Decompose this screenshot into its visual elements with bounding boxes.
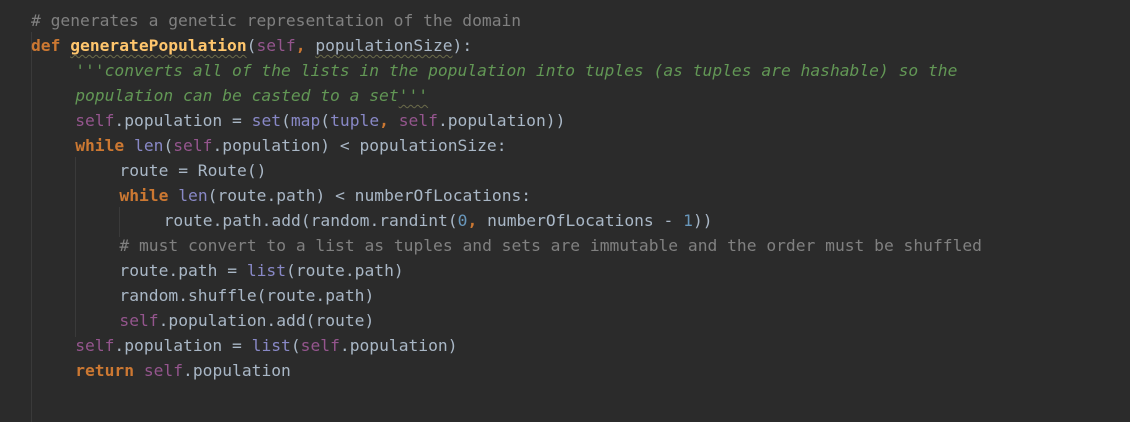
code-token: while <box>119 186 179 205</box>
code-token: .population) <box>339 336 458 355</box>
code-token: .population = <box>114 111 252 130</box>
code-line[interactable]: route = Route() <box>119 158 266 183</box>
code-line[interactable]: while len(route.path) < numberOfLocation… <box>119 183 531 208</box>
code-token: tuple <box>330 111 380 130</box>
code-token: self <box>143 361 184 380</box>
code-token: self <box>173 136 213 155</box>
code-token: map <box>290 111 321 130</box>
code-line[interactable]: self.population = set(map(tuple, self.po… <box>75 108 565 133</box>
code-token: .population.add(route) <box>158 311 375 330</box>
code-token: ( <box>246 36 257 55</box>
code-token: , <box>467 211 488 230</box>
code-token: route = Route() <box>119 161 267 180</box>
code-token: # must convert to a list as tuples and s… <box>119 236 982 255</box>
code-line[interactable]: # generates a genetic representation of … <box>31 8 521 33</box>
code-token: while <box>75 136 135 155</box>
code-line[interactable]: random.shuffle(route.path) <box>119 283 374 308</box>
code-token: .population <box>183 361 291 380</box>
code-token: self <box>119 311 159 330</box>
code-token: .population) < populationSize: <box>212 136 507 155</box>
code-token: .population)) <box>437 111 566 130</box>
code-token: populationSize <box>315 36 453 55</box>
code-token: list <box>251 336 291 355</box>
code-token: numberOfLocations - <box>487 211 684 230</box>
code-token: (route.path) < numberOfLocations: <box>207 186 532 205</box>
code-token: len <box>178 186 208 205</box>
code-line[interactable]: def generatePopulation(self, populationS… <box>31 33 472 58</box>
code-token: self <box>398 111 438 130</box>
code-token: ( <box>320 111 331 130</box>
code-editor[interactable]: # generates a genetic representation of … <box>0 0 1130 422</box>
code-token: ''' <box>398 86 429 105</box>
code-line[interactable]: while len(self.population) < populationS… <box>75 133 506 158</box>
indent-guide <box>31 32 32 422</box>
code-token: 1 <box>683 211 693 230</box>
code-line[interactable]: self.population.add(route) <box>119 308 374 333</box>
code-line[interactable]: population can be casted to a set''' <box>75 83 428 108</box>
code-token: population can be casted to a set <box>75 86 399 105</box>
code-token: , <box>295 36 316 55</box>
code-token: route.path = <box>119 261 247 280</box>
code-token: ( <box>290 336 301 355</box>
code-token: random.shuffle(route.path) <box>119 286 375 305</box>
code-line[interactable]: # must convert to a list as tuples and s… <box>119 233 982 258</box>
code-token: self <box>75 111 115 130</box>
code-token: 0 <box>457 211 468 230</box>
code-line[interactable]: self.population = list(self.population) <box>75 333 457 358</box>
code-token: def <box>31 36 71 55</box>
code-token: # generates a genetic representation of … <box>31 11 522 30</box>
code-token: )) <box>692 211 713 230</box>
code-token: self <box>75 336 115 355</box>
code-token: set <box>251 111 282 130</box>
code-token: list <box>246 261 287 280</box>
code-token: ): <box>452 36 473 55</box>
code-token: ( <box>281 111 291 130</box>
code-token: route.path.add(random.randint( <box>163 211 458 230</box>
code-line[interactable]: route.path = list(route.path) <box>119 258 403 283</box>
code-token: len <box>134 136 164 155</box>
code-token: .population = <box>114 336 252 355</box>
code-token: '''converts all of the lists in the popu… <box>75 61 958 80</box>
code-token: , <box>379 111 399 130</box>
code-token: self <box>256 36 296 55</box>
code-token: ( <box>163 136 174 155</box>
code-line[interactable]: return self.population <box>75 358 291 383</box>
code-token: self <box>300 336 340 355</box>
code-line[interactable]: route.path.add(random.randint(0, numberO… <box>164 208 713 233</box>
code-line[interactable]: '''converts all of the lists in the popu… <box>75 58 957 83</box>
code-token: (route.path) <box>286 261 404 280</box>
code-token: return <box>75 361 144 380</box>
indent-guide <box>75 157 76 337</box>
code-token: generatePopulation <box>70 36 247 55</box>
